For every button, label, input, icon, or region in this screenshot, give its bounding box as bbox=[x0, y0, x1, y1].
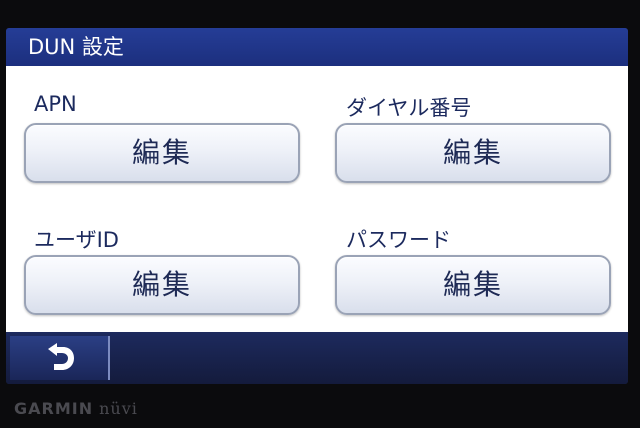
back-arrow-icon bbox=[48, 343, 74, 370]
brand-model: nüvi bbox=[99, 399, 138, 418]
apn-label: APN bbox=[34, 92, 77, 116]
screen: DUN 設定 APN 編集 ダイヤル番号 編集 ユーザID 編集 パスワード 編… bbox=[6, 28, 628, 384]
settings-panel: APN 編集 ダイヤル番号 編集 ユーザID 編集 パスワード 編集 bbox=[6, 66, 628, 332]
user-id-edit-button[interactable]: 編集 bbox=[24, 255, 300, 315]
brand-name: GARMIN bbox=[14, 399, 94, 418]
dial-number-edit-button[interactable]: 編集 bbox=[335, 123, 611, 183]
bottom-toolbar bbox=[6, 332, 628, 384]
page-title: DUN 設定 bbox=[6, 28, 628, 66]
dial-number-label: ダイヤル番号 bbox=[346, 96, 472, 120]
back-button[interactable] bbox=[10, 336, 110, 380]
password-edit-button[interactable]: 編集 bbox=[335, 255, 611, 315]
password-label: パスワード bbox=[346, 228, 451, 252]
user-id-label: ユーザID bbox=[34, 228, 119, 252]
apn-edit-button[interactable]: 編集 bbox=[24, 123, 300, 183]
brand-logo: GARMIN nüvi bbox=[14, 399, 138, 418]
device-frame: DUN 設定 APN 編集 ダイヤル番号 編集 ユーザID 編集 パスワード 編… bbox=[0, 0, 640, 428]
